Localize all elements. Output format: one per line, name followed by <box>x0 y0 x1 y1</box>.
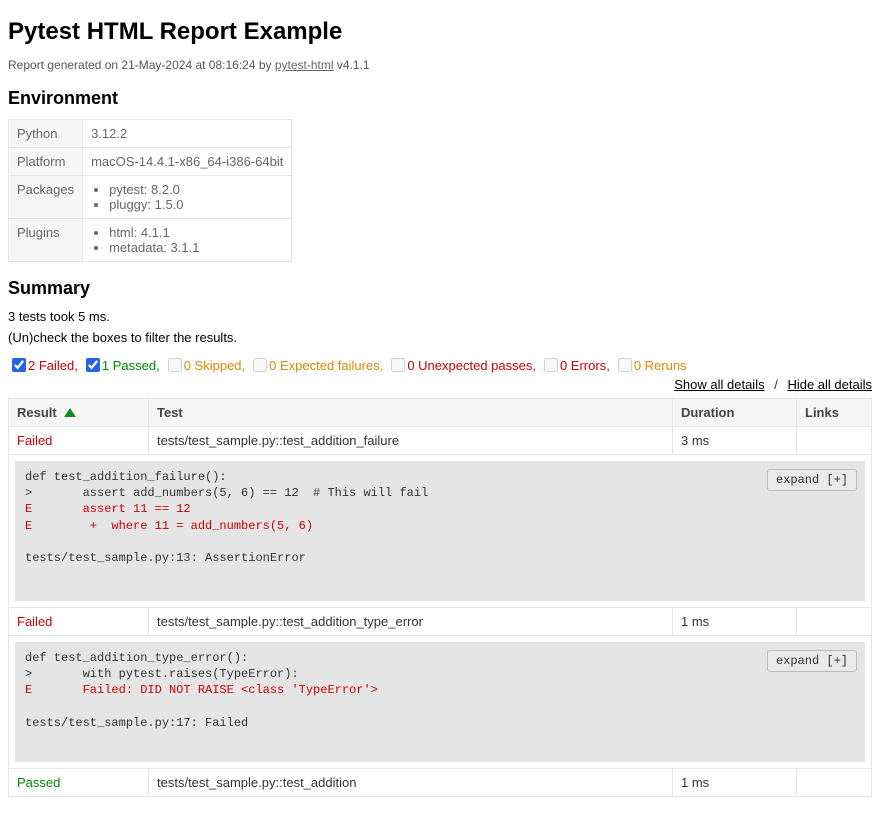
results-header-row: Result Test Duration Links <box>9 398 871 427</box>
filter-failed-label: 2 Failed, <box>28 358 78 373</box>
env-plugin-item: html: 4.1.1 <box>109 225 283 240</box>
filter-xfail-checkbox[interactable] <box>253 358 267 372</box>
env-package-item: pytest: 8.2.0 <box>109 182 283 197</box>
sort-asc-icon <box>64 408 76 417</box>
result-log-wrap: expand [+] def test_addition_type_error()… <box>9 636 871 769</box>
env-plugin-item: metadata: 3.1.1 <box>109 240 283 255</box>
env-row-platform: Platform macOS-14.4.1-x86_64-i386-64bit <box>9 148 292 176</box>
pytest-html-link[interactable]: pytest-html <box>275 58 334 72</box>
expand-links: Show all details / Hide all details <box>674 377 872 392</box>
env-key-python: Python <box>9 120 83 148</box>
generated-by: by <box>256 58 275 72</box>
generated-prefix: Report generated on <box>8 58 121 72</box>
filter-passed-label: 1 Passed, <box>102 358 160 373</box>
environment-heading: Environment <box>8 88 872 109</box>
result-row[interactable]: Failed tests/test_sample.py::test_additi… <box>9 608 871 636</box>
result-row[interactable]: Passed tests/test_sample.py::test_additi… <box>9 769 871 796</box>
environment-table: Python 3.12.2 Platform macOS-14.4.1-x86_… <box>8 119 292 262</box>
filter-passed-checkbox[interactable] <box>86 358 100 372</box>
result-duration: 1 ms <box>673 608 797 635</box>
col-result-label: Result <box>17 405 57 420</box>
filter-errors[interactable]: 0 Errors, <box>540 355 610 375</box>
log-plain: tests/test_sample.py:17: Failed <box>25 716 248 730</box>
result-links <box>797 769 871 796</box>
separator: / <box>774 377 778 392</box>
filter-skipped-checkbox[interactable] <box>168 358 182 372</box>
page-title: Pytest HTML Report Example <box>8 18 872 46</box>
env-val-plugins: html: 4.1.1 metadata: 3.1.1 <box>83 219 292 262</box>
env-val-python: 3.12.2 <box>83 120 292 148</box>
env-package-item: pluggy: 1.5.0 <box>109 197 283 212</box>
result-duration: 3 ms <box>673 427 797 454</box>
result-links <box>797 427 871 454</box>
env-key-plugins: Plugins <box>9 219 83 262</box>
filter-skipped[interactable]: 0 Skipped, <box>164 355 245 375</box>
result-log: expand [+] def test_addition_type_error()… <box>15 642 865 762</box>
expand-button[interactable]: expand [+] <box>767 469 857 491</box>
summary-heading: Summary <box>8 278 872 299</box>
show-all-details-link[interactable]: Show all details <box>674 377 764 392</box>
summary-line: 3 tests took 5 ms. <box>8 309 872 324</box>
filter-skipped-label: 0 Skipped, <box>184 358 245 373</box>
filter-xpass-checkbox[interactable] <box>391 358 405 372</box>
result-row[interactable]: Failed tests/test_sample.py::test_additi… <box>9 427 871 455</box>
log-error: E assert 11 == 12 E + where 11 = add_num… <box>25 502 313 532</box>
log-error: E Failed: DID NOT RAISE <class 'TypeErro… <box>25 683 378 697</box>
result-log-wrap: expand [+] def test_addition_failure(): >… <box>9 455 871 608</box>
col-test[interactable]: Test <box>149 399 673 426</box>
filter-failed-checkbox[interactable] <box>12 358 26 372</box>
result-status: Passed <box>9 769 149 796</box>
env-row-packages: Packages pytest: 8.2.0 pluggy: 1.5.0 <box>9 176 292 219</box>
result-test-name: tests/test_sample.py::test_addition_fail… <box>149 427 673 454</box>
filter-xfail-label: 0 Expected failures, <box>269 358 383 373</box>
result-log: expand [+] def test_addition_failure(): >… <box>15 461 865 601</box>
results-table: Result Test Duration Links Failed tests/… <box>8 398 872 797</box>
env-key-platform: Platform <box>9 148 83 176</box>
env-row-python: Python 3.12.2 <box>9 120 292 148</box>
filter-passed[interactable]: 1 Passed, <box>82 355 160 375</box>
expand-button[interactable]: expand [+] <box>767 650 857 672</box>
filter-xpass-label: 0 Unexpected passes, <box>407 358 536 373</box>
filter-reruns-label: 0 Reruns <box>634 358 687 373</box>
col-duration[interactable]: Duration <box>673 399 797 426</box>
env-row-plugins: Plugins html: 4.1.1 metadata: 3.1.1 <box>9 219 292 262</box>
log-plain: def test_addition_type_error(): > with p… <box>25 651 299 681</box>
generated-date: 21-May-2024 at 08:16:24 <box>121 58 255 72</box>
env-val-platform: macOS-14.4.1-x86_64-i386-64bit <box>83 148 292 176</box>
env-key-packages: Packages <box>9 176 83 219</box>
filter-row: 2 Failed, 1 Passed, 0 Skipped, 0 Expecte… <box>8 355 872 392</box>
result-links <box>797 608 871 635</box>
tool-version: v4.1.1 <box>334 58 370 72</box>
result-test-name: tests/test_sample.py::test_addition <box>149 769 673 796</box>
col-result[interactable]: Result <box>9 399 149 426</box>
filter-reruns[interactable]: 0 Reruns <box>614 355 687 375</box>
log-plain: def test_addition_failure(): > assert ad… <box>25 470 428 500</box>
filter-errors-label: 0 Errors, <box>560 358 610 373</box>
result-status: Failed <box>9 427 149 454</box>
filter-reruns-checkbox[interactable] <box>618 358 632 372</box>
result-status: Failed <box>9 608 149 635</box>
filter-failed[interactable]: 2 Failed, <box>8 355 78 375</box>
hide-all-details-link[interactable]: Hide all details <box>787 377 872 392</box>
filter-xfail[interactable]: 0 Expected failures, <box>249 355 383 375</box>
filter-errors-checkbox[interactable] <box>544 358 558 372</box>
filter-xpass[interactable]: 0 Unexpected passes, <box>387 355 536 375</box>
log-plain: tests/test_sample.py:13: AssertionError <box>25 551 306 565</box>
generated-line: Report generated on 21-May-2024 at 08:16… <box>8 58 872 72</box>
env-val-packages: pytest: 8.2.0 pluggy: 1.5.0 <box>83 176 292 219</box>
result-duration: 1 ms <box>673 769 797 796</box>
filter-hint: (Un)check the boxes to filter the result… <box>8 330 872 345</box>
result-test-name: tests/test_sample.py::test_addition_type… <box>149 608 673 635</box>
col-links[interactable]: Links <box>797 399 871 426</box>
